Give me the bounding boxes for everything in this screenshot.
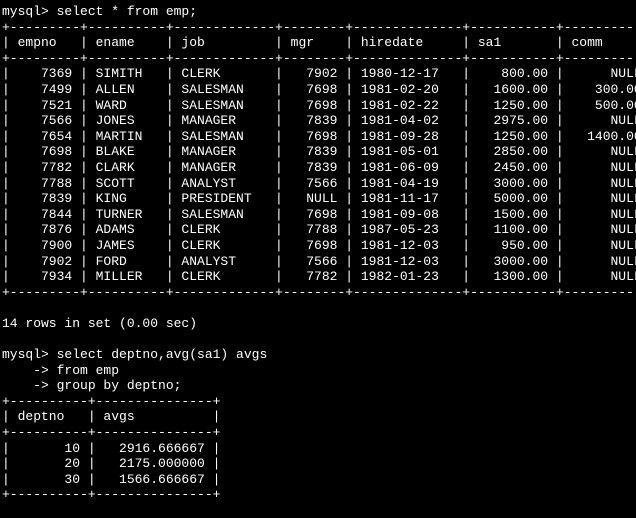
mysql-terminal[interactable]: mysql> select * from emp; +---------+---… — [0, 0, 636, 518]
